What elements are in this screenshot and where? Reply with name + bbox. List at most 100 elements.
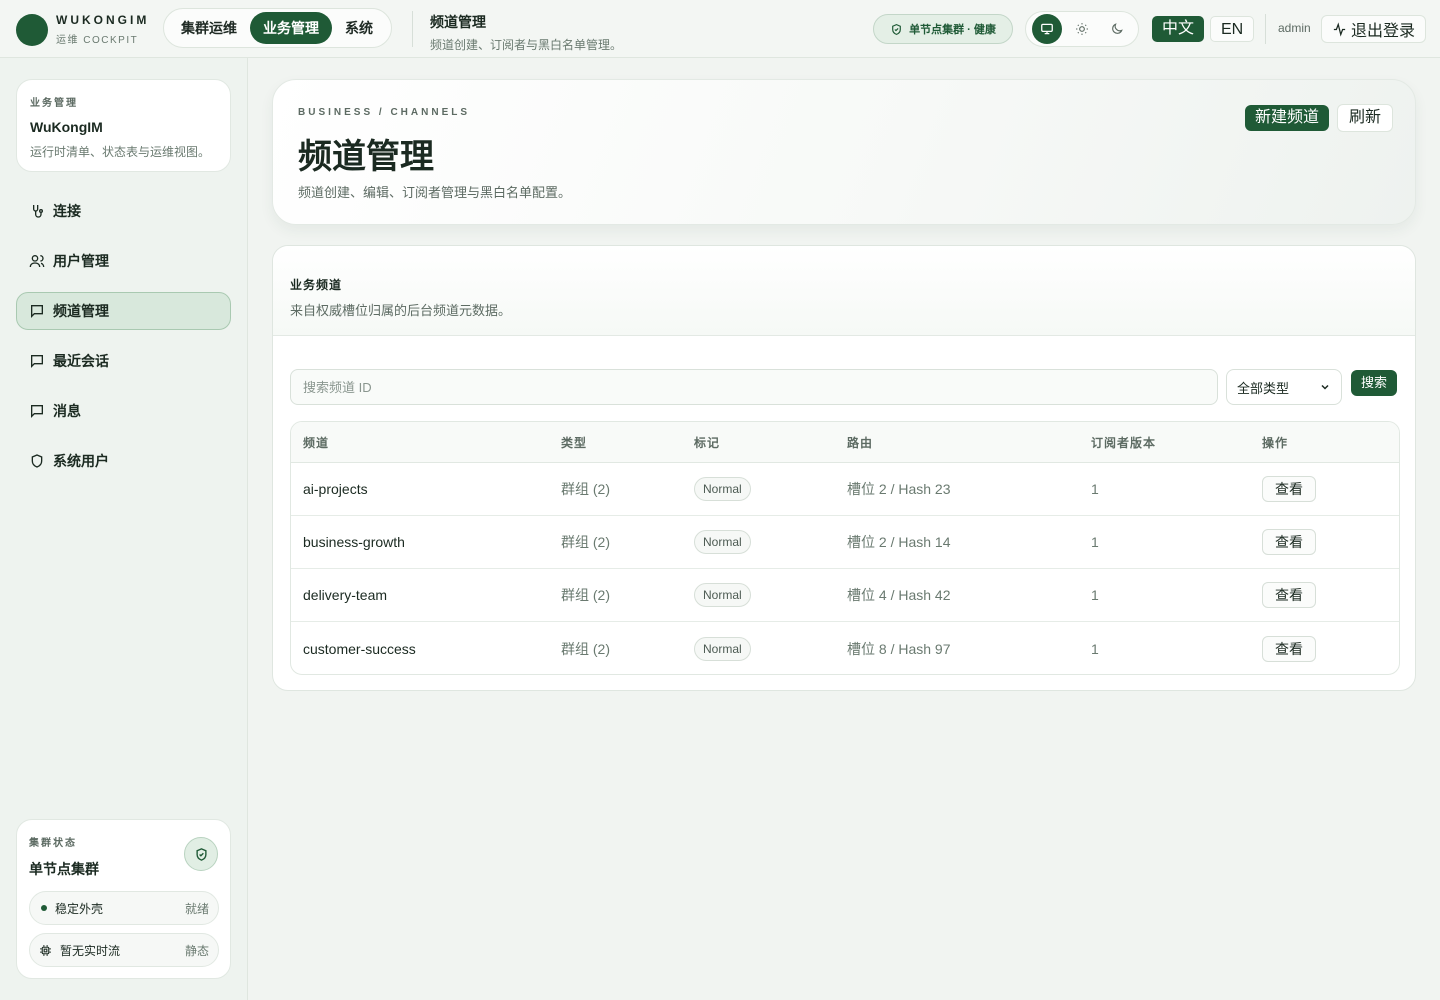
sidebar-item-users[interactable]: 用户管理 [16, 242, 231, 280]
table-row[interactable]: customer-success 群组 (2) Normal 槽位 8 / Ha… [291, 622, 1399, 674]
shield-check-icon [195, 847, 207, 861]
divider [412, 11, 413, 47]
column-header-tag[interactable]: 标记 [694, 434, 847, 451]
lang-zh-button[interactable]: 中文 [1152, 16, 1205, 42]
sidebar-item-label: 用户管理 [53, 253, 109, 269]
nav-cluster-ops[interactable]: 集群运维 [168, 12, 250, 44]
channels-table: 频道 类型 标记 路由 订阅者版本 操作 ai-projects 群组 (2) … [290, 421, 1400, 675]
hero-title: 频道管理 [298, 138, 434, 176]
channel-type: 群组 (2) [561, 640, 610, 657]
cluster-health-badge: 单节点集群 · 健康 [873, 14, 1013, 44]
sidebar-item-connections[interactable]: 连接 [16, 192, 231, 230]
channels-panel: 业务频道 来自权威槽位归属的后台频道元数据。 全部类型 搜索 频道 类型 标记 … [272, 245, 1416, 691]
workspace-card: 业务管理 WuKongIM 运行时清单、状态表与运维视图。 [16, 79, 231, 172]
shield-icon [31, 454, 43, 468]
sidebar-item-channels[interactable]: 频道管理 [16, 292, 231, 330]
channel-tag-badge: Normal [694, 477, 751, 501]
nav-business[interactable]: 业务管理 [250, 12, 332, 44]
nav-system[interactable]: 系统 [332, 12, 386, 44]
channel-tag-badge: Normal [694, 530, 751, 554]
subscriber-version: 1 [1091, 587, 1099, 603]
column-header-subscriber-version[interactable]: 订阅者版本 [1091, 434, 1262, 451]
moon-icon [1112, 23, 1124, 34]
monitor-icon [1040, 23, 1053, 35]
workspace-name: WuKongIM [30, 119, 103, 135]
subscriber-version: 1 [1091, 481, 1099, 497]
brand-name: WUKONGIM [56, 13, 150, 27]
channel-tag-badge: Normal [694, 583, 751, 607]
sidebar-item-messages[interactable]: 消息 [16, 392, 231, 430]
cluster-shield-badge [184, 837, 218, 871]
chat-icon [31, 305, 43, 318]
chevron-down-icon [1321, 384, 1329, 390]
channel-id: customer-success [303, 640, 416, 657]
page-title: 频道管理 [430, 14, 486, 30]
cluster-status-row: 暂无实时流 静态 [29, 933, 219, 967]
view-button[interactable]: 查看 [1262, 635, 1316, 662]
view-button[interactable]: 查看 [1262, 529, 1316, 555]
chat-icon [31, 355, 43, 368]
refresh-button[interactable]: 刷新 [1337, 104, 1394, 132]
status-row-value: 静态 [184, 943, 209, 958]
channel-route: 槽位 2 / Hash 14 [847, 534, 951, 550]
main-nav: 集群运维 业务管理 系统 [163, 8, 392, 48]
brand[interactable]: WUKONGIM 运维 COCKPIT [16, 13, 149, 46]
sidebar-item-label: 最近会话 [53, 353, 109, 369]
cluster-status-row: 稳定外壳 就绪 [29, 891, 219, 925]
channel-type: 群组 (2) [561, 534, 610, 550]
table-row[interactable]: delivery-team 群组 (2) Normal 槽位 4 / Hash … [291, 569, 1399, 622]
channel-id: delivery-team [303, 587, 388, 603]
sidebar-item-label: 连接 [53, 203, 81, 219]
channel-route: 槽位 8 / Hash 97 [847, 640, 951, 657]
status-row-label: 暂无实时流 [60, 943, 121, 958]
channel-search-input[interactable] [290, 369, 1218, 405]
activity-icon [1333, 21, 1346, 37]
logout-label: 退出登录 [1351, 23, 1416, 40]
hero-breadcrumb: BUSINESS / CHANNELS [298, 107, 471, 118]
panel-title: 业务频道 [290, 278, 343, 292]
cluster-health-label: 单节点集群 · 健康 [909, 24, 996, 36]
workspace-kicker: 业务管理 [30, 98, 78, 109]
channel-type: 群组 (2) [561, 587, 610, 603]
table-row[interactable]: ai-projects 群组 (2) Normal 槽位 2 / Hash 23… [291, 463, 1399, 516]
view-button[interactable]: 查看 [1262, 476, 1316, 502]
channel-type: 群组 (2) [561, 481, 610, 497]
view-button[interactable]: 查看 [1262, 582, 1316, 608]
channel-id: ai-projects [303, 481, 368, 497]
current-user: admin [1278, 21, 1311, 35]
connection-icon [33, 205, 43, 218]
column-header-channel[interactable]: 频道 [291, 434, 561, 451]
lang-en-button[interactable]: EN [1210, 16, 1255, 42]
divider [1265, 14, 1266, 44]
theme-dark-button[interactable] [1102, 14, 1132, 44]
channel-id: business-growth [303, 534, 405, 550]
theme-system-button[interactable] [1031, 14, 1062, 44]
column-header-type[interactable]: 类型 [561, 434, 694, 451]
sidebar: 业务管理 WuKongIM 运行时清单、状态表与运维视图。 连接 用户管理 频道… [0, 58, 248, 1000]
brand-logo [16, 13, 48, 46]
column-header-route[interactable]: 路由 [847, 434, 1091, 451]
table-header: 频道 类型 标记 路由 订阅者版本 操作 [291, 422, 1399, 463]
hero-description: 频道创建、编辑、订阅者管理与黑白名单配置。 [298, 185, 572, 200]
sidebar-item-label: 消息 [53, 403, 81, 419]
channel-tag-badge: Normal [694, 636, 751, 661]
sidebar-item-label: 系统用户 [53, 453, 109, 469]
panel-header: 业务频道 来自权威槽位归属的后台频道元数据。 [273, 246, 1415, 336]
sidebar-item-label: 频道管理 [53, 303, 109, 319]
new-channel-button[interactable]: 新建频道 [1245, 105, 1330, 131]
sidebar-item-conversations[interactable]: 最近会话 [16, 342, 231, 380]
users-icon [29, 254, 45, 268]
page-hero: BUSINESS / CHANNELS 频道管理 频道创建、编辑、订阅者管理与黑… [272, 79, 1416, 225]
type-filter-select[interactable]: 全部类型 [1226, 369, 1342, 405]
page-heading: 频道管理 频道创建、订阅者与黑白名单管理。 [430, 12, 622, 53]
table-row[interactable]: business-growth 群组 (2) Normal 槽位 2 / Has… [291, 516, 1399, 569]
chip-icon [40, 944, 51, 956]
search-button[interactable]: 搜索 [1351, 370, 1398, 396]
page-subtitle: 频道创建、订阅者与黑白名单管理。 [430, 38, 623, 52]
theme-light-button[interactable] [1067, 14, 1097, 44]
sidebar-item-system-users[interactable]: 系统用户 [16, 442, 231, 480]
chat-icon [31, 405, 43, 418]
status-row-label: 稳定外壳 [55, 901, 104, 916]
panel-description: 来自权威槽位归属的后台频道元数据。 [290, 303, 512, 318]
logout-button[interactable]: 退出登录 [1321, 15, 1427, 43]
